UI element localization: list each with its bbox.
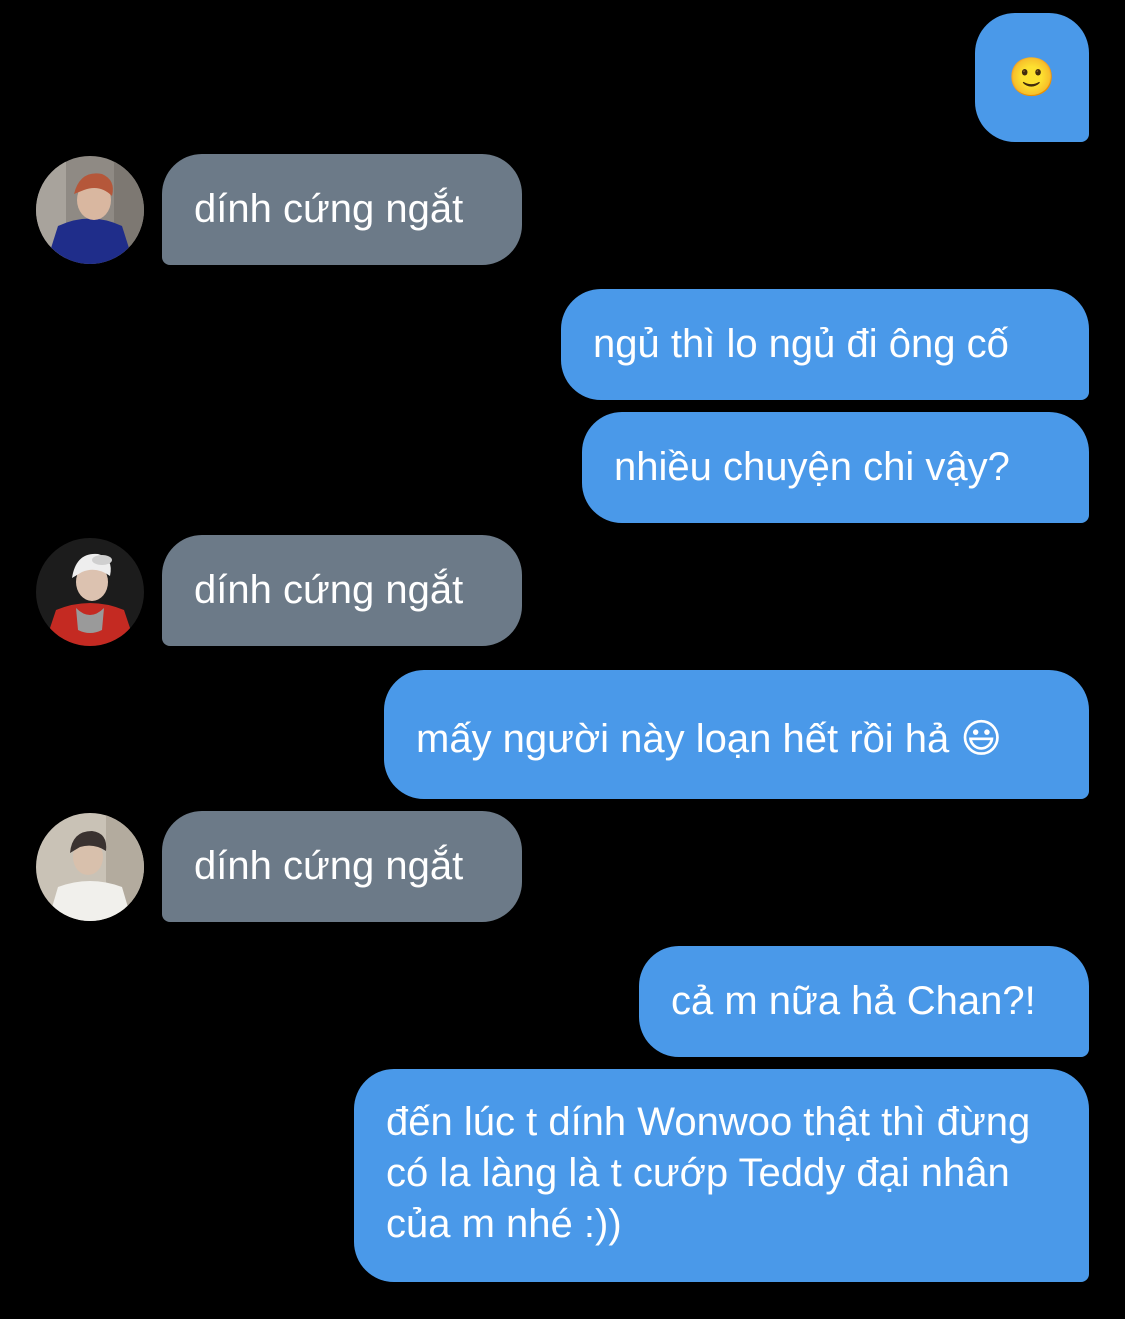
message-bubble-sent[interactable]: mấy người này loạn hết rồi hả 😃 xyxy=(384,670,1089,799)
message-bubble-sent[interactable]: cả m nữa hả Chan?! xyxy=(639,946,1089,1057)
message-text: mấy người này loạn hết rồi hả 😃 xyxy=(416,717,1003,761)
message-text: 🙂 xyxy=(1008,56,1056,99)
message-text: dính cứng ngắt xyxy=(194,844,464,888)
message-text: dính cứng ngắt xyxy=(194,187,464,231)
message-text: dính cứng ngắt xyxy=(194,568,464,612)
avatar-image xyxy=(36,156,144,264)
message-bubble-sent[interactable]: nhiều chuyện chi vậy? xyxy=(582,412,1089,523)
message-bubble-sent[interactable]: 🙂 xyxy=(975,13,1089,142)
message-bubble-received[interactable]: dính cứng ngắt xyxy=(162,154,522,265)
message-text: đến lúc t dính Wonwoo thật thì đừng có l… xyxy=(386,1100,1031,1246)
message-text: nhiều chuyện chi vậy? xyxy=(614,445,1010,489)
message-bubble-sent[interactable]: đến lúc t dính Wonwoo thật thì đừng có l… xyxy=(354,1069,1089,1282)
avatar-image xyxy=(36,813,144,921)
message-bubble-received[interactable]: dính cứng ngắt xyxy=(162,811,522,922)
avatar-image xyxy=(36,538,144,646)
message-text: ngủ thì lo ngủ đi ông cố xyxy=(593,322,1009,366)
message-text: cả m nữa hả Chan?! xyxy=(671,979,1036,1023)
contact-avatar[interactable] xyxy=(36,813,144,921)
contact-avatar[interactable] xyxy=(36,538,144,646)
message-bubble-received[interactable]: dính cứng ngắt xyxy=(162,535,522,646)
contact-avatar[interactable] xyxy=(36,156,144,264)
message-bubble-sent[interactable]: ngủ thì lo ngủ đi ông cố xyxy=(561,289,1089,400)
